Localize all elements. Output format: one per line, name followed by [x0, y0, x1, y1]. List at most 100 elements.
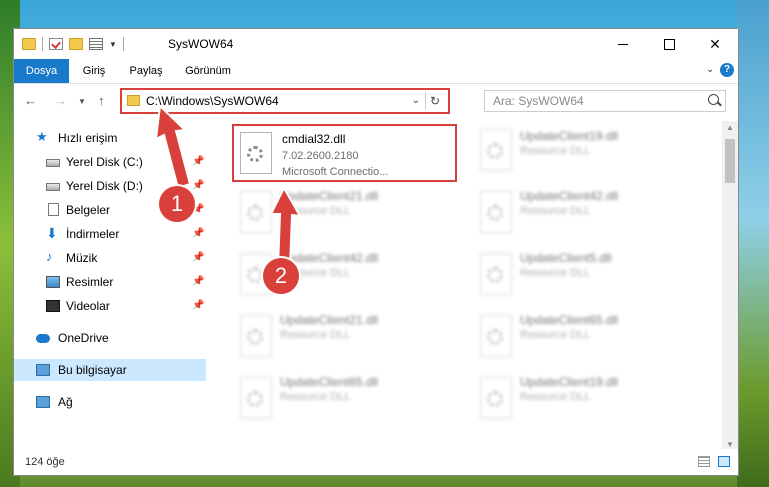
- forward-button[interactable]: →: [54, 93, 67, 108]
- pin-icon[interactable]: 📌: [192, 228, 204, 239]
- file-name: UpdateClient21.dll: [280, 189, 379, 203]
- nav-item-label: Hızlı erişim: [58, 131, 118, 145]
- pin-icon[interactable]: 📌: [192, 252, 204, 263]
- nav-item-onedrive[interactable]: OneDrive: [14, 327, 206, 349]
- expand-ribbon-icon[interactable]: ⌄: [706, 65, 716, 75]
- drive-icon: [46, 183, 60, 191]
- ribbon-tabs: Dosya Giriş Paylaş Görünüm ⌄ ?: [14, 59, 738, 84]
- close-button[interactable]: ✕: [692, 29, 738, 59]
- customize-icon[interactable]: [89, 38, 103, 50]
- dll-file-icon: [238, 315, 274, 359]
- file-type: Resource DLL: [280, 205, 351, 217]
- file-item[interactable]: UpdateClient19.dll Resource DLL: [472, 369, 712, 429]
- dll-file-icon: [478, 129, 514, 173]
- file-type: Resource DLL: [520, 391, 591, 403]
- pin-icon[interactable]: 📌: [192, 156, 204, 167]
- vertical-scrollbar[interactable]: ▲ ▼: [722, 121, 738, 451]
- pin-icon[interactable]: 📌: [192, 300, 204, 311]
- minimize-icon: [618, 43, 628, 45]
- file-item-cmdial32[interactable]: cmdial32.dll 7.02.2600.2180 Microsoft Co…: [232, 124, 457, 182]
- chevron-down-icon[interactable]: ⌄: [412, 95, 420, 106]
- refresh-button[interactable]: ↻: [425, 92, 444, 110]
- file-list: cmdial32.dll 7.02.2600.2180 Microsoft Co…: [232, 121, 722, 451]
- file-name: UpdateClient19.dll: [520, 375, 619, 389]
- search-box[interactable]: Ara: SysWOW64: [484, 90, 726, 112]
- search-input[interactable]: Ara: SysWOW64: [493, 94, 584, 108]
- file-type: Resource DLL: [520, 267, 591, 279]
- folder-icon[interactable]: [22, 38, 36, 50]
- file-item[interactable]: UpdateClient42.dll Resource DLL: [472, 183, 712, 243]
- nav-item-label: Belgeler: [66, 203, 111, 217]
- file-name: UpdateClient42.dll: [520, 189, 619, 203]
- help-icon[interactable]: ?: [720, 63, 734, 77]
- file-item[interactable]: UpdateClient65.dll Resource DLL: [232, 369, 452, 429]
- nav-item-pictures[interactable]: Resimler 📌: [14, 271, 206, 293]
- nav-item-music[interactable]: ♪ Müzik 📌: [14, 247, 206, 269]
- nav-item-label: OneDrive: [58, 331, 109, 345]
- up-button[interactable]: ↑: [98, 93, 105, 108]
- details-view-icon[interactable]: [698, 456, 710, 467]
- nav-item-label: Resimler: [66, 275, 114, 289]
- scroll-up-icon[interactable]: ▲: [726, 123, 734, 132]
- dll-file-icon: [478, 315, 514, 359]
- nav-item-videos[interactable]: Videolar 📌: [14, 295, 206, 317]
- folder-icon: [127, 95, 140, 106]
- cloud-icon: [36, 334, 50, 343]
- new-folder-icon[interactable]: [69, 38, 83, 50]
- pin-icon[interactable]: 📌: [192, 180, 204, 191]
- back-button[interactable]: ←: [24, 93, 37, 108]
- address-bar[interactable]: C:\Windows\SysWOW64 ⌄ ↻: [120, 88, 450, 114]
- nav-item-disk-c[interactable]: Yerel Disk (C:) 📌: [14, 151, 206, 173]
- pictures-icon: [46, 276, 60, 288]
- step-2-badge: 2: [261, 256, 301, 296]
- nav-item-label: İndirmeler: [66, 227, 120, 241]
- file-item[interactable]: UpdateClient19.dll Resource DLL: [472, 121, 712, 181]
- pin-icon[interactable]: 📌: [192, 276, 204, 287]
- document-icon: [48, 203, 59, 216]
- address-path[interactable]: C:\Windows\SysWOW64: [146, 94, 279, 108]
- recent-locations-button[interactable]: ▼: [78, 97, 86, 106]
- file-name: UpdateClient21.dll: [280, 313, 379, 327]
- toolbar-separator: [42, 37, 43, 51]
- minimize-button[interactable]: [600, 29, 646, 59]
- file-item[interactable]: UpdateClient5.dll Resource DLL: [472, 245, 712, 305]
- file-item[interactable]: UpdateClient21.dll Resource DLL: [232, 307, 452, 367]
- properties-icon[interactable]: [49, 38, 63, 50]
- network-icon: [36, 396, 50, 408]
- file-type: Resource DLL: [280, 391, 351, 403]
- dll-file-icon: [478, 191, 514, 235]
- maximize-button[interactable]: [646, 29, 692, 59]
- file-type: Resource DLL: [520, 145, 591, 157]
- file-type: Resource DLL: [520, 329, 591, 341]
- tab-home[interactable]: Giriş: [76, 59, 112, 83]
- toolbar-separator: [122, 37, 124, 51]
- close-icon: ✕: [709, 35, 721, 52]
- nav-item-label: Yerel Disk (C:): [66, 155, 143, 169]
- search-icon[interactable]: [708, 94, 719, 105]
- file-item[interactable]: UpdateClient65.dll Resource DLL: [472, 307, 712, 367]
- file-item[interactable]: UpdateClient21.dll Resource DLL: [232, 183, 452, 243]
- tab-file[interactable]: Dosya: [14, 59, 69, 83]
- scroll-down-icon[interactable]: ▼: [726, 440, 734, 449]
- music-icon: ♪: [46, 249, 53, 264]
- nav-item-label: Müzik: [66, 251, 98, 265]
- tab-share[interactable]: Paylaş: [124, 59, 168, 83]
- tab-view[interactable]: Görünüm: [178, 59, 238, 83]
- status-bar: 124 öğe: [14, 449, 738, 475]
- drive-icon: [46, 159, 60, 167]
- nav-item-label: Bu bilgisayar: [58, 363, 127, 377]
- navigation-bar: ← → ▼ ↑ C:\Windows\SysWOW64 ⌄ ↻ Ara: Sys…: [14, 84, 738, 118]
- file-version: 7.02.2600.2180: [282, 150, 359, 162]
- nav-item-this-pc[interactable]: Bu bilgisayar: [14, 359, 206, 381]
- scrollbar-thumb[interactable]: [725, 139, 735, 183]
- nav-item-network[interactable]: Ağ: [14, 391, 206, 413]
- file-type: Resource DLL: [280, 329, 351, 341]
- dll-file-icon: [238, 132, 274, 176]
- nav-item-label: Yerel Disk (D:): [66, 179, 143, 193]
- tiles-view-icon[interactable]: [718, 456, 730, 467]
- nav-item-quick-access[interactable]: ★ Hızlı erişim: [14, 127, 206, 149]
- quick-access-toolbar: ▼: [22, 37, 124, 51]
- nav-item-downloads[interactable]: ⬇ İndirmeler 📌: [14, 223, 206, 245]
- chevron-down-icon[interactable]: ▼: [109, 40, 117, 49]
- navigation-pane: ★ Hızlı erişim Yerel Disk (C:) 📌 Yerel D…: [14, 121, 206, 451]
